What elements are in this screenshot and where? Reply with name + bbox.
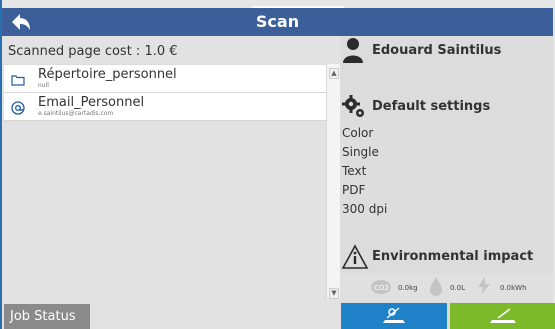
svg-text:CO2: CO2 bbox=[374, 284, 389, 292]
list-item-subtitle: null bbox=[38, 82, 49, 89]
default-settings-list: Color Single Text PDF 300 dpi bbox=[342, 124, 548, 219]
co2-value: 0.0kg bbox=[398, 284, 418, 292]
list-item-subtitle: e.saintilus@cartadis.com bbox=[38, 110, 114, 117]
setting-resolution: 300 dpi bbox=[342, 202, 388, 216]
setting-file-format: PDF bbox=[342, 183, 366, 197]
page-title: Scan bbox=[255, 12, 300, 31]
job-status-button[interactable]: Job Status bbox=[4, 304, 90, 329]
at-icon bbox=[11, 100, 25, 115]
destinations-list: Répertoire_personnel null Email_Personne… bbox=[4, 64, 326, 121]
list-item[interactable]: Email_Personnel e.saintilus@cartadis.com bbox=[4, 93, 326, 121]
list-item[interactable]: Répertoire_personnel null bbox=[4, 65, 326, 93]
water-value: 0.0L bbox=[450, 284, 466, 292]
environment-warning-icon bbox=[341, 244, 369, 270]
user-icon bbox=[342, 37, 364, 63]
environmental-impact-title: Environmental impact bbox=[372, 249, 534, 264]
lightning-icon bbox=[474, 276, 494, 296]
scanner-icon bbox=[490, 308, 516, 323]
list-item-title: Répertoire_personnel bbox=[38, 67, 177, 82]
setting-content-type: Text bbox=[342, 164, 367, 178]
list-item-title: Email_Personnel bbox=[38, 95, 145, 110]
back-button[interactable] bbox=[10, 12, 34, 32]
scanned-page-cost: Scanned page cost : 1.0 € bbox=[8, 44, 178, 59]
gear-icon bbox=[341, 94, 367, 120]
header-divider bbox=[252, 6, 344, 8]
folder-icon bbox=[11, 72, 25, 86]
scanner-settings-icon bbox=[383, 307, 405, 323]
environmental-impact-bar: CO2 0.0kg 0.0L 0.0kWh bbox=[340, 274, 553, 302]
co2-icon: CO2 bbox=[370, 276, 391, 296]
scroll-down-arrow-icon[interactable]: ▼ bbox=[329, 288, 339, 299]
default-settings-title: Default settings bbox=[372, 99, 491, 114]
setting-sides: Single bbox=[342, 145, 379, 159]
back-arrow-icon bbox=[12, 14, 30, 30]
setting-color-mode: Color bbox=[342, 126, 374, 140]
user-name: Edouard Saintilus bbox=[372, 43, 502, 58]
start-scan-button[interactable] bbox=[450, 303, 555, 329]
scan-settings-button[interactable] bbox=[341, 303, 447, 329]
list-scrollbar[interactable]: ▲ ▼ bbox=[326, 64, 340, 299]
top-bar: Scan bbox=[2, 8, 553, 36]
water-drop-icon bbox=[426, 276, 446, 296]
scroll-up-arrow-icon[interactable]: ▲ bbox=[329, 68, 339, 79]
energy-value: 0.0kWh bbox=[500, 284, 527, 292]
